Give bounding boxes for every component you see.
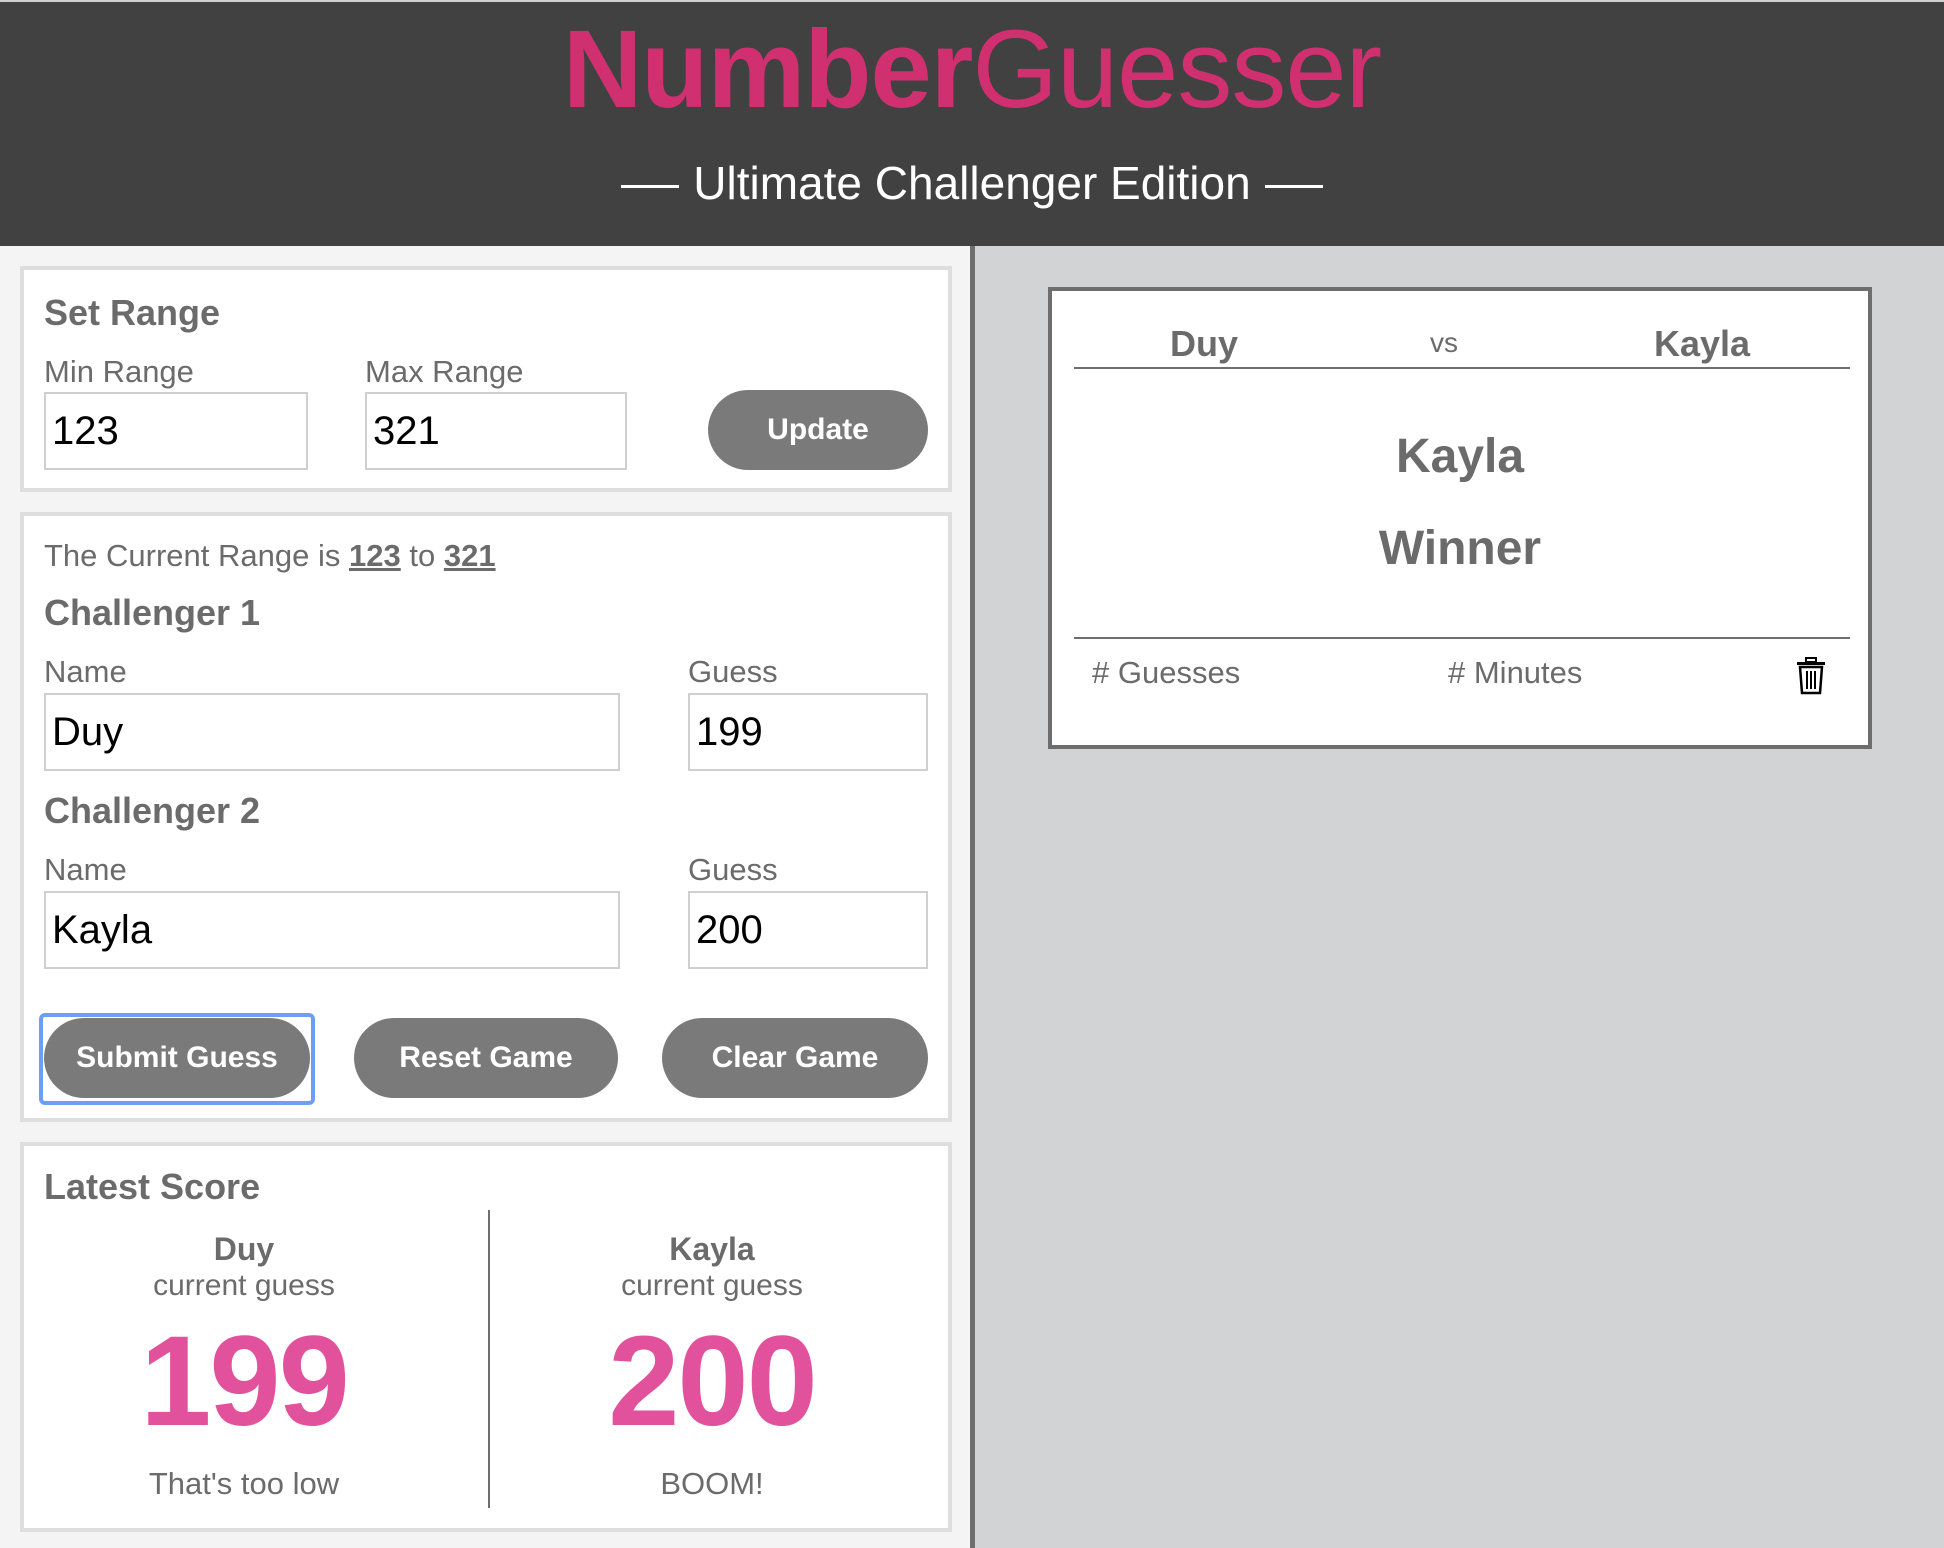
score-player2-guess: 200 (608, 1310, 818, 1453)
card-vs-label: vs (1430, 327, 1458, 358)
guess-panel: The Current Range is 123 to 321 Challeng… (20, 512, 952, 1122)
challenger2-name-label: Name (44, 852, 127, 887)
set-range-title: Set Range (44, 292, 221, 333)
challenger1-name-input[interactable] (44, 693, 620, 771)
challenger2-guess-input[interactable] (688, 891, 928, 969)
subtitle-text: Ultimate Challenger Edition (693, 157, 1251, 209)
app-subtitle: Ultimate Challenger Edition (0, 154, 1944, 212)
app-title: NumberGuesser (0, 10, 1944, 130)
card-winner-label: Winner (1378, 522, 1542, 575)
score-player2-message: BOOM! (660, 1466, 764, 1501)
current-range-max: 321 (443, 538, 496, 573)
score-divider (488, 1210, 490, 1508)
set-range-panel: Set Range Min Range Max Range Update (20, 266, 952, 492)
min-range-label: Min Range (44, 354, 194, 389)
result-card: Duy vs Kayla Kayla Winner # Guesses # Mi… (1048, 287, 1872, 749)
card-minutes-label: # Minutes (1448, 655, 1583, 690)
latest-score-panel: Latest Score Duy current guess 199 That'… (20, 1142, 952, 1532)
card-bottom-rule (1074, 637, 1850, 639)
clear-game-button[interactable]: Clear Game (662, 1018, 928, 1098)
card-player1-name: Duy (1170, 323, 1239, 364)
card-top-rule (1074, 367, 1850, 369)
score-player2-name: Kayla (669, 1231, 755, 1267)
card-guesses-label: # Guesses (1092, 655, 1241, 690)
current-range-min: 123 (349, 538, 401, 573)
app-title-light: Guesser (972, 8, 1382, 131)
challenger2-title: Challenger 2 (44, 790, 261, 831)
max-range-label: Max Range (365, 354, 524, 389)
latest-score-title: Latest Score (44, 1166, 261, 1207)
trash-icon[interactable] (1796, 657, 1826, 695)
app-title-bold: Number (562, 8, 974, 131)
challenger1-guess-label: Guess (688, 654, 778, 689)
challenger1-title: Challenger 1 (44, 592, 261, 633)
update-button[interactable]: Update (708, 390, 928, 470)
current-range-connector: to (409, 538, 436, 573)
score-player1-guess: 199 (140, 1310, 350, 1453)
subtitle-dash-left (621, 185, 680, 189)
max-range-input[interactable] (365, 392, 627, 470)
score-player1-sub: current guess (153, 1269, 335, 1302)
current-range-text: The Current Range is 123 to 321 (44, 538, 496, 574)
card-player2-name: Kayla (1654, 323, 1751, 364)
current-range-prefix: The Current Range is (44, 538, 341, 573)
app-header: NumberGuesser Ultimate Challenger Editio… (0, 0, 1944, 246)
min-range-input[interactable] (44, 392, 308, 470)
subtitle-dash-right (1264, 185, 1323, 189)
card-winner-name: Kayla (1395, 430, 1525, 483)
submit-guess-button[interactable]: Submit Guess (44, 1018, 310, 1098)
challenger1-guess-input[interactable] (688, 693, 928, 771)
score-player1: Duy current guess 199 That's too low (44, 1230, 444, 1504)
score-player2-sub: current guess (621, 1269, 803, 1302)
score-player1-message: That's too low (148, 1466, 340, 1501)
challenger1-name-label: Name (44, 654, 127, 689)
score-player1-name: Duy (213, 1231, 275, 1267)
reset-game-button[interactable]: Reset Game (354, 1018, 618, 1098)
column-divider (970, 246, 975, 1548)
score-player2: Kayla current guess 200 BOOM! (512, 1230, 912, 1504)
challenger2-name-input[interactable] (44, 891, 620, 969)
challenger2-guess-label: Guess (688, 852, 778, 887)
